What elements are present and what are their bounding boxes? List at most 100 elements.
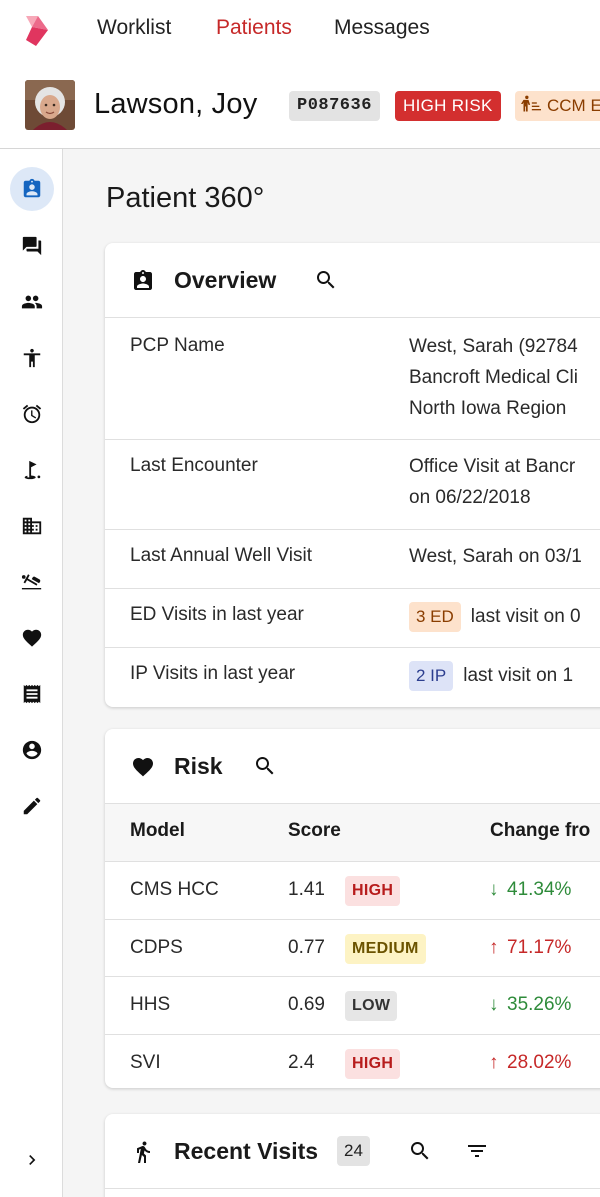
chevron-right-icon bbox=[29, 1155, 36, 1165]
overview-value: 3 ED last visit on 0 bbox=[409, 601, 581, 632]
recent-visits-search-icon[interactable] bbox=[408, 1139, 432, 1163]
column-header-score[interactable]: Score bbox=[288, 820, 341, 842]
chat-icon bbox=[22, 236, 42, 256]
main-content: Patient 360° Overview PCP Name West, Sar… bbox=[63, 149, 600, 1197]
overview-card: Overview PCP Name West, Sarah (92784 Ban… bbox=[105, 243, 600, 707]
overview-title: Overview bbox=[174, 267, 277, 293]
risk-score-value: 0.77 bbox=[288, 936, 325, 958]
arrow-down-icon: ↓ bbox=[489, 879, 499, 900]
arrow-down-icon: ↓ bbox=[489, 994, 499, 1015]
risk-change: ↑ 28.02% bbox=[489, 1052, 571, 1074]
risk-model-name: HHS bbox=[130, 994, 171, 1015]
ip-visits-badge: 2 IP bbox=[409, 661, 454, 691]
patient-avatar bbox=[25, 80, 75, 130]
overview-row-ed-visits: ED Visits in last year 3 ED last visit on… bbox=[105, 589, 600, 648]
patient-name: Lawson, Joy bbox=[94, 88, 258, 120]
people-icon bbox=[21, 295, 43, 309]
building-icon bbox=[22, 517, 42, 535]
sidebar-item-facilities[interactable] bbox=[10, 504, 54, 548]
column-header-model[interactable]: Model bbox=[130, 820, 185, 842]
risk-score-value: 1.41 bbox=[288, 879, 325, 900]
high-risk-chip: HIGH RISK bbox=[395, 91, 501, 121]
golf-icon bbox=[24, 460, 41, 480]
walking-person-icon bbox=[137, 1141, 150, 1163]
overview-value: West, Sarah on 03/1 bbox=[409, 541, 582, 572]
overview-search-icon[interactable] bbox=[314, 268, 338, 292]
nav-worklist-link[interactable]: Worklist bbox=[97, 16, 171, 40]
accessibility-icon bbox=[23, 348, 41, 368]
overview-label: PCP Name bbox=[130, 335, 225, 356]
risk-row: SVI 2.4 HIGH ↑ 28.02% bbox=[105, 1035, 600, 1089]
sidebar-item-profile[interactable] bbox=[10, 728, 54, 772]
risk-search-icon[interactable] bbox=[253, 754, 277, 778]
risk-card-header: Risk bbox=[105, 729, 600, 804]
recent-visits-count-badge: 24 bbox=[337, 1136, 370, 1166]
risk-level-badge: HIGH bbox=[345, 1048, 401, 1079]
patient-id-chip: P087636 bbox=[289, 91, 380, 121]
account-circle-icon bbox=[22, 740, 42, 760]
overview-row-last-encounter: Last Encounter Office Visit at Bancr on … bbox=[105, 440, 600, 530]
ccm-program-chip: CCM E bbox=[515, 91, 600, 121]
overview-label: Last Encounter bbox=[130, 455, 258, 476]
ed-visits-badge: 3 ED bbox=[409, 602, 461, 632]
arrow-up-icon: ↑ bbox=[489, 1051, 499, 1073]
risk-level-badge: MEDIUM bbox=[345, 933, 426, 964]
risk-card: Risk Model Score Change fro CMS HCC 1.41 H… bbox=[105, 729, 600, 1088]
risk-change: ↓ 35.26% bbox=[489, 994, 571, 1016]
recent-visits-card-header: Recent Visits 24 bbox=[105, 1114, 600, 1189]
app-logo-icon[interactable] bbox=[22, 14, 54, 48]
overview-row-annual-well-visit: Last Annual Well Visit West, Sarah on 03… bbox=[105, 530, 600, 589]
ccm-program-label: CCM E bbox=[547, 96, 600, 115]
overview-row-pcp: PCP Name West, Sarah (92784 Bancroft Med… bbox=[105, 318, 600, 440]
risk-model-name: CDPS bbox=[130, 936, 183, 958]
risk-score-value: 2.4 bbox=[288, 1051, 315, 1073]
overview-label: Last Annual Well Visit bbox=[130, 545, 313, 566]
heart-icon bbox=[22, 629, 42, 647]
risk-level-badge: HIGH bbox=[345, 876, 401, 906]
risk-level-badge: LOW bbox=[345, 991, 398, 1021]
overview-value: 2 IP last visit on 1 bbox=[409, 660, 573, 691]
sidebar-item-patient-360[interactable] bbox=[10, 167, 54, 211]
sidebar-item-inpatient[interactable] bbox=[10, 560, 54, 604]
risk-change-value: 35.26% bbox=[507, 994, 572, 1015]
risk-row: HHS 0.69 LOW ↓ 35.26% bbox=[105, 977, 600, 1035]
overview-value: Office Visit at Bancr on 06/22/2018 bbox=[409, 451, 575, 513]
well-visit-line: West, Sarah on 03/1 bbox=[409, 546, 582, 567]
heart-icon bbox=[133, 758, 153, 777]
alarm-icon bbox=[22, 404, 42, 424]
encounter-date-line: on 06/22/2018 bbox=[409, 487, 531, 508]
risk-row: CMS HCC 1.41 HIGH ↓ 41.34% bbox=[105, 862, 600, 920]
nav-patients-link[interactable]: Patients bbox=[216, 16, 292, 40]
risk-change: ↓ 41.34% bbox=[489, 879, 571, 901]
sidebar-expand-button[interactable] bbox=[16, 1144, 48, 1176]
ip-last-visit-text: last visit on 1 bbox=[463, 665, 574, 686]
recent-visits-title: Recent Visits bbox=[174, 1138, 319, 1164]
nav-messages-link[interactable]: Messages bbox=[334, 16, 430, 40]
sidebar-item-health[interactable] bbox=[10, 616, 54, 660]
risk-model-name: SVI bbox=[130, 1051, 161, 1073]
sidebar-item-goals[interactable] bbox=[10, 448, 54, 492]
sidebar-item-accessibility[interactable] bbox=[10, 336, 54, 380]
risk-change: ↑ 71.17% bbox=[489, 937, 571, 959]
pcp-name-line: West, Sarah (92784 bbox=[409, 336, 578, 357]
overview-value: West, Sarah (92784 Bancroft Medical Cli … bbox=[409, 331, 578, 424]
overview-label: ED Visits in last year bbox=[130, 604, 304, 625]
filter-icon[interactable] bbox=[465, 1139, 489, 1163]
column-header-change[interactable]: Change fro bbox=[490, 820, 590, 842]
pencil-icon bbox=[23, 797, 41, 815]
sidebar-item-care-team[interactable] bbox=[10, 280, 54, 324]
sidebar-item-claims[interactable] bbox=[10, 672, 54, 716]
risk-row: CDPS 0.77 MEDIUM ↑ 71.17% bbox=[105, 920, 600, 977]
sidebar-item-messages[interactable] bbox=[10, 224, 54, 268]
risk-score-value: 0.69 bbox=[288, 994, 325, 1015]
overview-label: IP Visits in last year bbox=[130, 663, 296, 684]
patient-header: Lawson, Joy P087636 HIGH RISK CCM E bbox=[0, 58, 600, 149]
sidebar-item-reminders[interactable] bbox=[10, 392, 54, 436]
pcp-region-line: North Iowa Region bbox=[409, 398, 567, 419]
sidebar-item-edit[interactable] bbox=[10, 784, 54, 828]
recent-visits-card: Recent Visits 24 bbox=[105, 1114, 600, 1197]
risk-change-value: 41.34% bbox=[507, 879, 572, 900]
risk-model-name: CMS HCC bbox=[130, 879, 219, 900]
arrow-up-icon: ↑ bbox=[489, 936, 499, 958]
risk-table-header: Model Score Change fro bbox=[105, 804, 600, 862]
